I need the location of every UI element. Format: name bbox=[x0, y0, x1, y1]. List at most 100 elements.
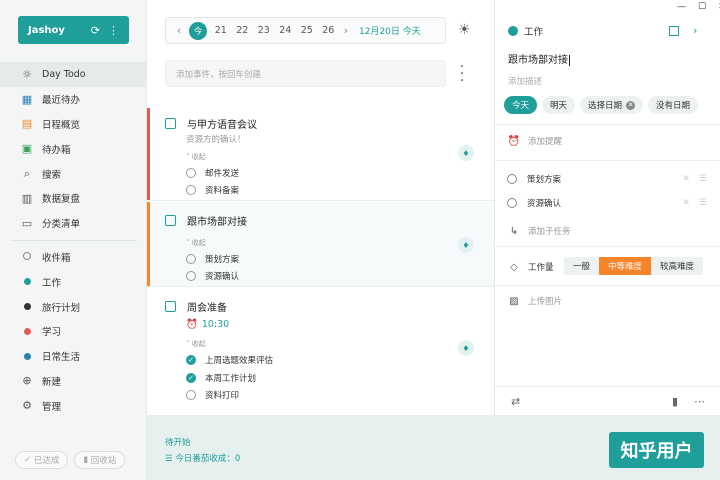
user-button[interactable]: Jashoy ⟳ ⋮ bbox=[18, 16, 129, 44]
task-checkbox[interactable] bbox=[165, 301, 176, 312]
chevron-left-icon[interactable]: ‹ bbox=[172, 24, 186, 37]
detail-subtask[interactable]: 资源确认 ✕ ☰ bbox=[507, 197, 707, 209]
subtask-item[interactable]: 资源确认 bbox=[186, 270, 239, 282]
chip-no-date[interactable]: 没有日期 bbox=[648, 96, 699, 114]
subtask-checkbox-checked[interactable]: ✓ bbox=[186, 355, 196, 365]
sidebar-item-label: 工作 bbox=[42, 277, 62, 289]
theme-sun-icon[interactable]: ☀ bbox=[458, 22, 471, 38]
date-day[interactable]: 21 bbox=[210, 25, 232, 36]
sidebar-item-day-todo[interactable]: ☼ Day Todo bbox=[0, 62, 147, 87]
more-horizontal-icon[interactable]: ⋯ bbox=[694, 395, 705, 408]
add-reminder[interactable]: ⏰ 添加提醒 bbox=[507, 135, 563, 148]
workload-normal[interactable]: 一般 bbox=[564, 257, 600, 275]
add-subtask[interactable]: ↳ 添加子任务 bbox=[507, 225, 571, 238]
upload-image[interactable]: ▨ 上传图片 bbox=[507, 295, 562, 308]
date-day[interactable]: 25 bbox=[296, 25, 318, 36]
more-vertical-icon[interactable]: ⋮ bbox=[108, 24, 119, 37]
description-input[interactable]: 添加描述 bbox=[508, 75, 542, 87]
sidebar-item-work[interactable]: 工作 bbox=[0, 269, 147, 294]
sidebar-item-label: 收件箱 bbox=[42, 252, 71, 264]
list-name: 工作 bbox=[524, 27, 544, 38]
more-vertical-icon[interactable]: · · · bbox=[459, 60, 465, 88]
maximize-icon[interactable]: ☐ bbox=[698, 2, 706, 12]
subtask-item[interactable]: 邮件发送 bbox=[186, 167, 239, 179]
task-title[interactable]: 与甲方语音会议 bbox=[165, 116, 257, 131]
date-day[interactable]: 24 bbox=[275, 25, 297, 36]
sync-icon[interactable]: ⟳ bbox=[91, 24, 100, 37]
workload-medium[interactable]: 中等难度 bbox=[599, 257, 652, 275]
subtask-item[interactable]: 策划方案 bbox=[186, 253, 239, 265]
date-day[interactable]: 23 bbox=[253, 25, 275, 36]
task-time[interactable]: ⏰ 10:30 bbox=[186, 319, 229, 330]
collapse-toggle[interactable]: ˄ 收起 bbox=[186, 339, 206, 349]
chip-tomorrow[interactable]: 明天 bbox=[542, 96, 576, 114]
trash-icon: ▮ bbox=[83, 455, 89, 465]
sidebar-item-review[interactable]: ▥ 数据复盘 bbox=[0, 186, 147, 211]
sidebar-item-new[interactable]: ⊕ 新建 bbox=[0, 369, 147, 394]
date-day[interactable]: 26 bbox=[318, 25, 340, 36]
workload-high[interactable]: 较高难度 bbox=[651, 257, 704, 275]
subtask-checkbox-checked[interactable]: ✓ bbox=[186, 373, 196, 383]
schedule-icon: ▤ bbox=[21, 117, 33, 131]
sidebar-item-recent[interactable]: ▦ 最近待办 bbox=[0, 87, 147, 112]
tomato-icon[interactable]: ♦ bbox=[458, 237, 474, 253]
subtask-checkbox[interactable] bbox=[186, 185, 196, 195]
trash-button[interactable]: ▮ 回收站 bbox=[74, 451, 126, 469]
subtask-item[interactable]: 资料备案 bbox=[186, 184, 239, 196]
date-day[interactable]: 22 bbox=[232, 25, 254, 36]
sidebar-item-manage[interactable]: ⚙ 管理 bbox=[0, 393, 147, 418]
chip-pick-date[interactable]: 选择日期 ✕ bbox=[580, 96, 644, 114]
detail-subtask[interactable]: 策划方案 ✕ ☰ bbox=[507, 173, 707, 185]
subtask-item[interactable]: ✓ 本周工作计划 bbox=[186, 372, 256, 384]
task-item[interactable]: 周会准备 ⏰ 10:30 ˄ 收起 ✓ 上周选题效果评估 ✓ 本周工作计划 资料打印 … bbox=[147, 288, 494, 406]
tomato-icon[interactable]: ♦ bbox=[458, 145, 474, 161]
collapse-toggle[interactable]: ˄ 收起 bbox=[186, 152, 206, 162]
sidebar-item-travel[interactable]: 旅行计划 bbox=[0, 294, 147, 319]
subtask-checkbox[interactable] bbox=[186, 254, 196, 264]
chevron-right-icon[interactable]: › bbox=[693, 24, 697, 37]
drag-handle-icon[interactable]: ☰ bbox=[699, 174, 707, 184]
subtask-checkbox[interactable] bbox=[186, 271, 196, 281]
trash-icon[interactable]: ▮ bbox=[672, 395, 678, 408]
sidebar-item-categories[interactable]: ▭ 分类清单 bbox=[0, 211, 147, 236]
task-item[interactable]: 与甲方语音会议 资源方的确认！ ˄ 收起 邮件发送 资料备案 ♦ bbox=[147, 108, 494, 201]
repeat-icon[interactable]: ⇄ bbox=[511, 395, 520, 408]
subtask-checkbox[interactable] bbox=[507, 198, 517, 208]
task-checkbox[interactable] bbox=[165, 215, 176, 226]
sidebar-item-search[interactable]: ⌕ 搜索 bbox=[0, 161, 147, 186]
complete-checkbox[interactable] bbox=[669, 25, 679, 36]
task-title[interactable]: 周会准备 bbox=[165, 299, 227, 314]
done-button[interactable]: ✓ 已达成 bbox=[15, 451, 69, 469]
task-item[interactable]: 跟市场部对接 ˄ 收起 策划方案 资源确认 ♦ bbox=[147, 202, 494, 287]
add-event-input[interactable]: 添加事件，按回车创建 bbox=[165, 60, 446, 87]
delete-icon[interactable]: ✕ bbox=[682, 174, 690, 184]
minimize-icon[interactable]: — bbox=[677, 2, 686, 12]
status-label: 待开始 bbox=[165, 438, 191, 448]
detail-title-input[interactable]: 跟市场部对接 bbox=[508, 51, 570, 66]
chip-today[interactable]: 今天 bbox=[504, 96, 538, 114]
subtask-checkbox[interactable] bbox=[507, 174, 517, 184]
sidebar-item-inbox[interactable]: 收件箱 bbox=[0, 245, 147, 270]
subtask-item[interactable]: ✓ 上周选题效果评估 bbox=[186, 354, 273, 366]
subtask-item[interactable]: 资料打印 bbox=[186, 389, 239, 401]
drag-handle-icon[interactable]: ☰ bbox=[699, 198, 707, 208]
sidebar-item-study[interactable]: 学习 bbox=[0, 319, 147, 344]
reminder-label: 添加提醒 bbox=[528, 137, 563, 147]
sidebar-item-schedule[interactable]: ▤ 日程概览 bbox=[0, 112, 147, 137]
today-button[interactable]: 今 bbox=[189, 21, 207, 40]
task-checkbox[interactable] bbox=[165, 118, 176, 129]
subtask-label: 本周工作计划 bbox=[205, 374, 257, 384]
chevron-right-icon[interactable]: › bbox=[339, 24, 353, 37]
tomato-icon[interactable]: ♦ bbox=[458, 340, 474, 356]
subtask-checkbox[interactable] bbox=[186, 168, 196, 178]
sidebar-item-inbox-box[interactable]: ▣ 待办箱 bbox=[0, 136, 147, 161]
clear-icon[interactable]: ✕ bbox=[626, 100, 636, 110]
subtask-checkbox[interactable] bbox=[186, 390, 196, 400]
task-title[interactable]: 跟市场部对接 bbox=[165, 213, 247, 228]
delete-icon[interactable]: ✕ bbox=[682, 198, 690, 208]
workload-text: 工作量 bbox=[528, 263, 554, 273]
collapse-toggle[interactable]: ˄ 收起 bbox=[186, 238, 206, 248]
current-date[interactable]: 12月20日 今天 bbox=[359, 24, 421, 37]
list-selector[interactable]: 工作 bbox=[508, 24, 543, 38]
sidebar-item-daily[interactable]: 日常生活 bbox=[0, 344, 147, 369]
